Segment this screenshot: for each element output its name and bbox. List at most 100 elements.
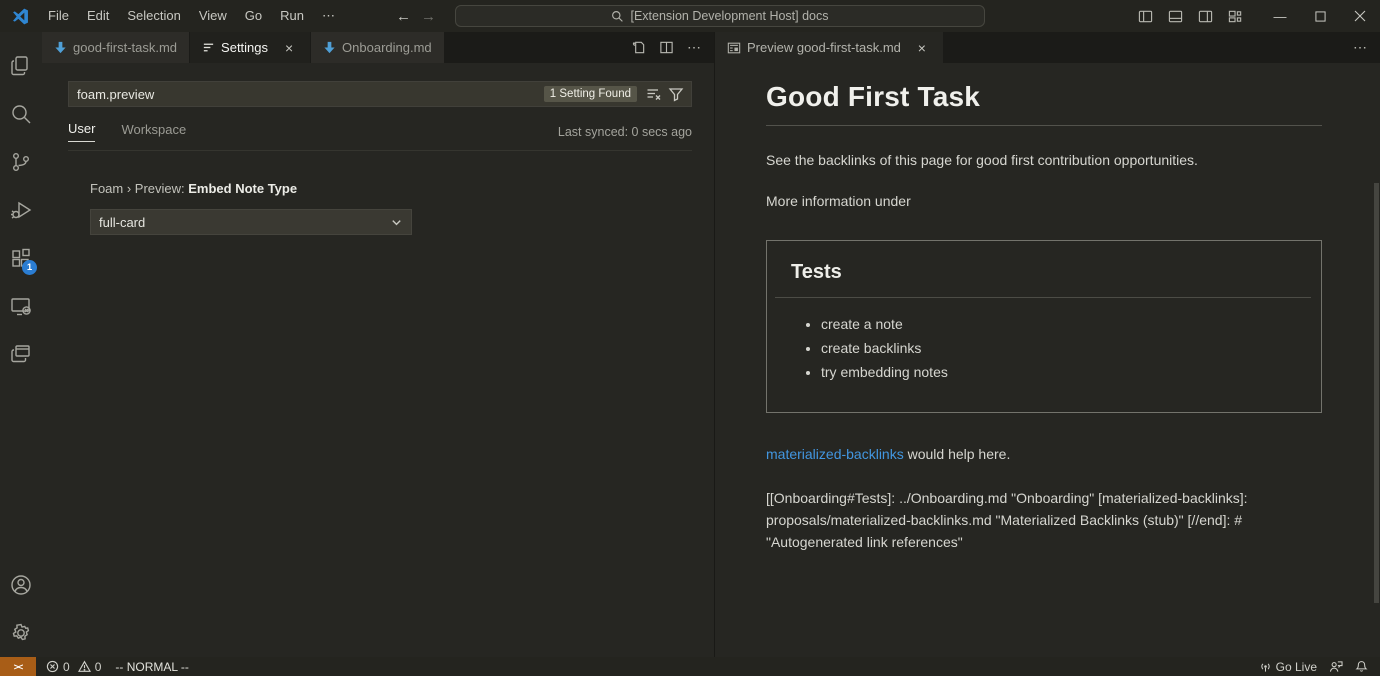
tests-heading: Tests: [791, 261, 1297, 284]
clear-settings-filter-icon[interactable]: [643, 83, 665, 105]
titlebar: File Edit Selection View Go Run ⋯ ← → [E…: [0, 0, 1380, 32]
feedback-button[interactable]: [1329, 660, 1343, 673]
preview-title: Good First Task: [766, 81, 1322, 113]
stacked-windows-icon: [9, 342, 33, 366]
tab-good-first-task[interactable]: good-first-task.md: [42, 32, 190, 63]
selected-option: full-card: [99, 215, 390, 230]
preview-paragraph: See the backlinks of this page for good …: [766, 152, 1322, 168]
materialized-backlinks-link[interactable]: materialized-backlinks: [766, 446, 904, 462]
setting-label: Foam › Preview: Embed Note Type: [90, 181, 714, 196]
menu-file[interactable]: File: [39, 5, 78, 27]
go-live-button[interactable]: Go Live: [1259, 660, 1317, 674]
history-nav: ← →: [396, 0, 436, 32]
close-window-button[interactable]: [1340, 0, 1380, 32]
title-divider: [766, 125, 1322, 126]
command-center-label: [Extension Development Host] docs: [630, 9, 828, 23]
toggle-panel-icon[interactable]: [1162, 3, 1188, 29]
link-tail-text: would help here.: [904, 446, 1011, 462]
settings-search-value: foam.preview: [77, 87, 544, 102]
notifications-button[interactable]: [1355, 660, 1368, 673]
menubar: File Edit Selection View Go Run ⋯: [39, 0, 344, 32]
tab-settings[interactable]: Settings ×: [190, 32, 311, 63]
embed-note-type-select[interactable]: full-card: [90, 209, 412, 235]
scope-tab-workspace[interactable]: Workspace: [121, 122, 186, 142]
minimize-button[interactable]: —: [1260, 0, 1300, 32]
filter-funnel-icon[interactable]: [665, 83, 687, 105]
setting-item-embed-note-type: Foam › Preview: Embed Note Type full-car…: [90, 181, 714, 235]
feedback-person-icon: [1329, 660, 1343, 673]
settings-editor: foam.preview 1 Setting Found User Worksp…: [42, 63, 714, 657]
vim-mode-indicator[interactable]: -- NORMAL --: [115, 660, 189, 674]
bell-icon: [1355, 660, 1368, 673]
toggle-secondary-sidebar-icon[interactable]: [1192, 3, 1218, 29]
search-icon: [9, 102, 33, 126]
split-editor-icon[interactable]: [654, 36, 678, 60]
open-settings-json-icon[interactable]: [626, 36, 650, 60]
activity-run-debug[interactable]: [0, 186, 42, 234]
activity-source-control[interactable]: [0, 138, 42, 186]
remote-explorer-icon: [9, 294, 33, 318]
error-icon: [46, 660, 59, 673]
tab-label: Settings: [221, 40, 268, 55]
toggle-sidebar-icon[interactable]: [1132, 3, 1158, 29]
tab-onboarding[interactable]: Onboarding.md: [311, 32, 445, 63]
tab-label: Onboarding.md: [342, 40, 432, 55]
editor-group-left: good-first-task.md Settings × Onboarding…: [42, 32, 715, 657]
settings-gear-button[interactable]: [0, 609, 42, 657]
editor-actions-right: ⋯: [1348, 32, 1380, 63]
maximize-button[interactable]: [1300, 0, 1340, 32]
remote-indicator[interactable]: ><: [0, 657, 36, 676]
preview-paragraph: materialized-backlinks would help here.: [766, 446, 1322, 462]
tab-label: Preview good-first-task.md: [747, 40, 901, 55]
markdown-icon: [54, 41, 67, 54]
embedded-note-card: Tests create a note create backlinks try…: [766, 240, 1322, 413]
status-bar: >< 0 0 -- NORMAL -- Go Live: [0, 657, 1380, 676]
warning-icon: [78, 660, 91, 673]
markdown-preview: Good First Task See the backlinks of thi…: [715, 63, 1380, 657]
list-item: create backlinks: [821, 340, 1297, 356]
menu-edit[interactable]: Edit: [78, 5, 118, 27]
warning-count: 0: [95, 660, 102, 674]
more-actions-icon[interactable]: ⋯: [682, 36, 706, 60]
tabstrip-right: Preview good-first-task.md × ⋯: [715, 32, 1380, 63]
menu-go[interactable]: Go: [236, 5, 271, 27]
activity-extensions[interactable]: 1: [0, 234, 42, 282]
activity-explorer[interactable]: [0, 42, 42, 90]
activity-bar: 1: [0, 32, 42, 657]
more-actions-icon[interactable]: ⋯: [1348, 36, 1372, 60]
close-tab-icon[interactable]: ×: [280, 39, 298, 57]
tab-preview-good-first-task[interactable]: Preview good-first-task.md ×: [715, 32, 944, 63]
chevron-down-icon: [390, 216, 403, 229]
close-tab-icon[interactable]: ×: [913, 39, 931, 57]
list-item: create a note: [821, 316, 1297, 332]
editor-actions-left: ⋯: [626, 32, 714, 63]
command-center[interactable]: [Extension Development Host] docs: [455, 5, 985, 27]
settings-search-input[interactable]: foam.preview 1 Setting Found: [68, 81, 692, 107]
menu-more-icon[interactable]: ⋯: [313, 5, 344, 27]
activity-search[interactable]: [0, 90, 42, 138]
link-references-text: [[Onboarding#Tests]: ../Onboarding.md "O…: [766, 487, 1322, 553]
setting-name: Embed Note Type: [188, 181, 297, 196]
account-icon: [9, 573, 33, 597]
vscode-window: File Edit Selection View Go Run ⋯ ← → [E…: [0, 0, 1380, 676]
preview-scrollbar[interactable]: [1374, 183, 1379, 603]
menu-selection[interactable]: Selection: [118, 5, 189, 27]
files-icon: [9, 54, 33, 78]
gear-icon: [9, 621, 33, 645]
menu-view[interactable]: View: [190, 5, 236, 27]
remote-icon: ><: [14, 662, 23, 672]
markdown-icon: [323, 41, 336, 54]
customize-layout-icon[interactable]: [1222, 3, 1248, 29]
activity-windows[interactable]: [0, 330, 42, 378]
broadcast-icon: [1259, 660, 1272, 673]
error-count: 0: [63, 660, 70, 674]
menu-run[interactable]: Run: [271, 5, 313, 27]
activity-remote-explorer[interactable]: [0, 282, 42, 330]
settings-list-icon: [202, 41, 215, 54]
window-controls: —: [1132, 0, 1380, 32]
problems-status[interactable]: 0 0: [46, 660, 101, 674]
forward-arrow-icon[interactable]: →: [421, 8, 436, 25]
accounts-button[interactable]: [0, 561, 42, 609]
back-arrow-icon[interactable]: ←: [396, 8, 411, 25]
scope-tab-user[interactable]: User: [68, 121, 95, 142]
